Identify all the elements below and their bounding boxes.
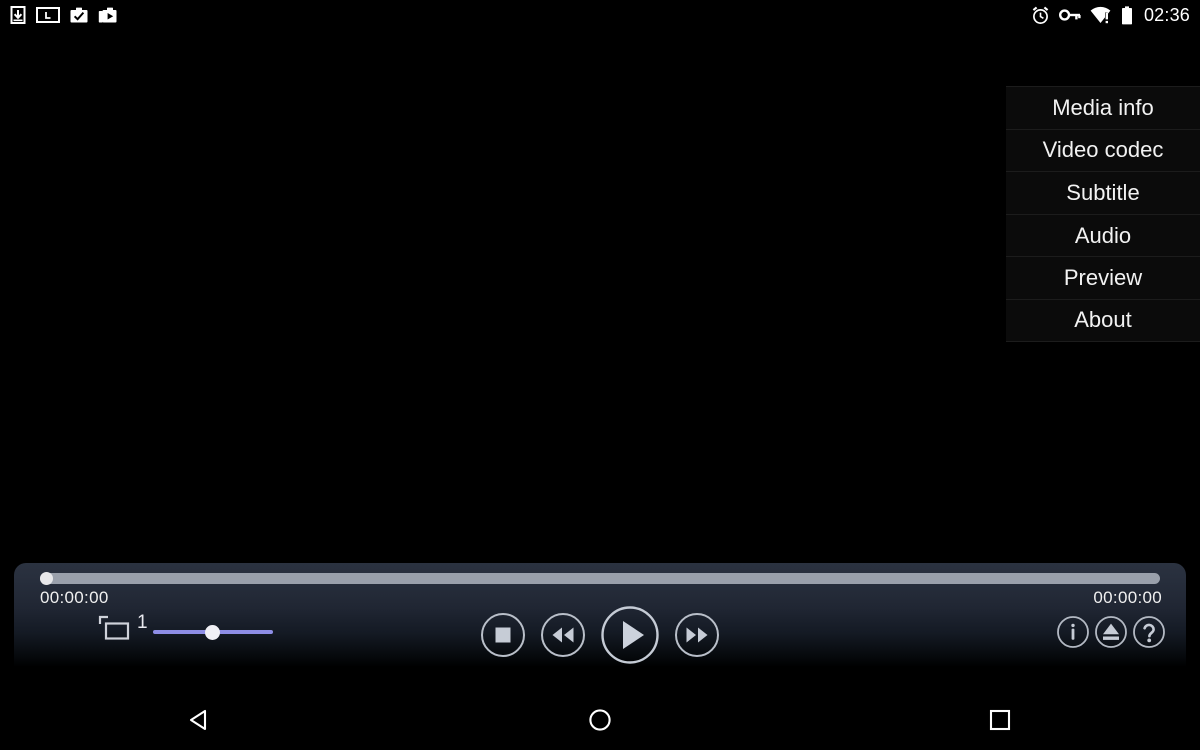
status-bar-clock: 02:36 (1143, 5, 1190, 25)
vpn-key-icon (1058, 8, 1081, 22)
status-bar-left-icons (10, 6, 118, 24)
help-button[interactable] (1132, 615, 1166, 649)
home-button[interactable] (540, 690, 660, 750)
scale-slider-thumb[interactable] (204, 624, 220, 640)
check-briefcase-icon (70, 6, 88, 24)
back-button[interactable] (140, 690, 260, 750)
menu-item-label: Preview (1063, 265, 1143, 291)
play-button[interactable] (600, 605, 660, 665)
status-bar-right-icons: 02:36 (1031, 5, 1190, 25)
menu-item-label: Video codec (1042, 137, 1164, 163)
info-button[interactable] (1056, 615, 1090, 649)
menu-item-audio[interactable]: Audio (1006, 213, 1200, 257)
status-bar: 02:36 (0, 0, 1200, 30)
menu-item-label: Audio (1074, 222, 1132, 248)
fast-forward-button[interactable] (674, 612, 720, 658)
menu-item-label: Subtitle (1066, 179, 1140, 205)
android-navigation-bar (0, 690, 1200, 750)
auxiliary-controls (1056, 615, 1166, 649)
rewind-button[interactable] (540, 612, 586, 658)
menu-item-preview[interactable]: Preview (1006, 256, 1200, 299)
alarm-clock-icon (1031, 6, 1050, 25)
menu-item-label: Media info (1052, 94, 1154, 120)
recents-button[interactable] (940, 690, 1060, 750)
seek-bar-thumb[interactable] (40, 572, 53, 585)
options-menu-list: Media info Video codec Subtitle Audio Pr… (1006, 86, 1200, 342)
menu-item-video-codec[interactable]: Video codec (1006, 128, 1200, 172)
media-briefcase-icon (98, 6, 118, 24)
eject-button[interactable] (1094, 615, 1128, 649)
seek-bar[interactable] (40, 572, 1160, 585)
scale-resize-icon[interactable] (98, 615, 132, 641)
scale-value-label: 1 (137, 612, 148, 633)
stop-button[interactable] (480, 612, 526, 658)
battery-icon (1121, 5, 1133, 25)
playback-control-panel: 00:00:00 00:00:00 1 (14, 563, 1186, 667)
menu-item-subtitle[interactable]: Subtitle (1006, 171, 1200, 214)
total-time-label: 00:00:00 (1093, 588, 1162, 607)
elapsed-time-label: 00:00:00 (40, 588, 109, 607)
wifi-warning-icon (1090, 6, 1112, 24)
screen-notification-icon (36, 7, 60, 23)
player-screen: 02:36 Media info Video codec Subtitle Au… (0, 0, 1200, 750)
scale-control-group: 1 (98, 613, 273, 642)
scale-slider[interactable] (152, 624, 273, 640)
menu-item-about[interactable]: About (1006, 298, 1200, 342)
download-icon (10, 6, 26, 24)
seek-bar-track[interactable] (40, 573, 1160, 584)
menu-item-label: About (1074, 307, 1132, 333)
menu-item-media-info[interactable]: Media info (1006, 86, 1200, 129)
